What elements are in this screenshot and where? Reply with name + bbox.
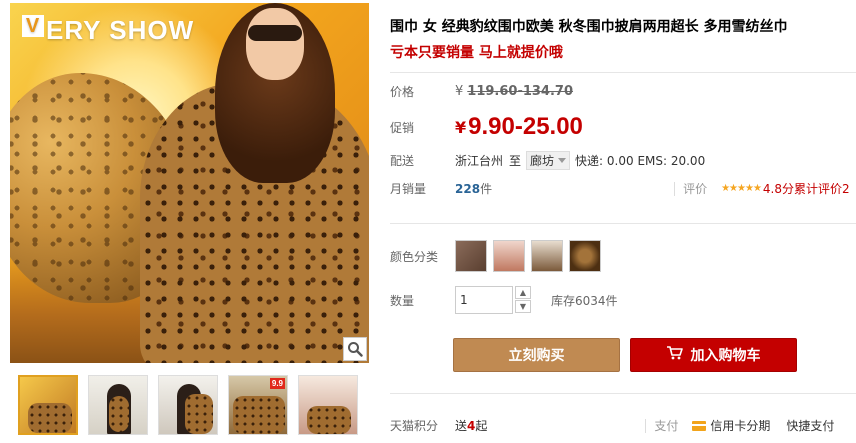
quantity-decrease-button[interactable]: ▼	[515, 300, 531, 313]
color-row: 颜色分类	[390, 240, 607, 272]
thumb-scarf	[307, 406, 351, 434]
model-sunglasses	[248, 25, 302, 41]
shipping-from: 浙江台州	[455, 154, 504, 168]
destination-select[interactable]: 廊坊	[526, 151, 571, 170]
promo-price: 9.90-25.00	[468, 113, 583, 140]
divider	[390, 72, 856, 73]
original-price-row: 价格 ¥ 119.60-134.70	[390, 83, 573, 100]
color-swatch-4[interactable]	[569, 240, 601, 272]
quantity-input[interactable]	[455, 286, 513, 314]
model-face	[246, 8, 304, 80]
thumbnail-strip: 9.9	[18, 375, 358, 435]
thumb-price-badge: 9.9	[269, 378, 285, 389]
divider	[390, 393, 856, 394]
thumb-scarf	[109, 396, 129, 432]
separator	[674, 181, 676, 196]
points-value: 4	[467, 418, 476, 433]
promo-label: 促销	[390, 120, 415, 135]
product-info-panel: 围巾 女 经典豹纹围巾欧美 秋冬围巾披肩两用超长 多用雪纺丝巾 亏本只要销量 马…	[390, 0, 856, 443]
shipping-row: 配送 浙江台州 至 廊坊 快递: 0.00 EMS: 20.00	[390, 151, 705, 170]
sales-unit: 件	[480, 182, 493, 196]
quantity-increase-button[interactable]: ▲	[515, 286, 531, 299]
price-label: 价格	[390, 85, 415, 99]
price-currency: ¥	[455, 84, 464, 99]
separator	[645, 418, 647, 433]
rating-score: 4.8分	[762, 182, 795, 196]
thumb-leopard-scarf	[28, 403, 72, 433]
thumb-scarf	[185, 394, 213, 434]
bottom-info-row: 天猫积分 送 4 起 支付 信用卡分期 快捷支付	[390, 417, 856, 434]
add-to-cart-button[interactable]: 加入购物车	[630, 338, 797, 372]
shipping-fees: 快递: 0.00 EMS: 20.00	[575, 154, 706, 168]
destination-value: 廊坊	[530, 154, 555, 168]
points-label: 天猫积分	[390, 419, 439, 433]
points-suffix: 起	[475, 419, 488, 433]
review-count-link[interactable]: 累计评价2	[794, 180, 850, 197]
divider	[390, 223, 856, 224]
promo-price-row: 促销 ¥ 9.90-25.00	[390, 113, 583, 141]
brand-logo: V ERY SHOW	[22, 15, 194, 46]
monthly-sales-count: 228	[455, 181, 481, 196]
thumbnail-4[interactable]: 9.9	[228, 375, 288, 435]
credit-installment-link[interactable]: 信用卡分期	[710, 417, 770, 434]
thumb-scarf	[233, 396, 285, 434]
monthly-sales-label: 月销量	[390, 182, 427, 196]
color-label: 颜色分类	[390, 249, 439, 264]
points-prefix: 送	[455, 419, 468, 433]
express-pay-link[interactable]: 快捷支付	[786, 417, 834, 434]
buy-now-button[interactable]: 立刻购买	[453, 338, 620, 372]
add-to-cart-label: 加入购物车	[690, 348, 761, 364]
quantity-row: 数量 ▲ ▼ 库存6034件	[390, 286, 618, 314]
product-title: 围巾 女 经典豹纹围巾欧美 秋冬围巾披肩两用超长 多用雪纺丝巾	[390, 19, 788, 35]
pay-label: 支付	[654, 419, 679, 433]
sales-row: 月销量 228 件 评价 ★★★★★ 4.8分 累计评价2	[390, 180, 850, 197]
credit-card-icon	[692, 420, 707, 431]
quantity-label: 数量	[390, 293, 415, 308]
star-rating-icon: ★★★★★	[721, 183, 762, 194]
quantity-stepper: ▲ ▼	[515, 286, 531, 314]
shipping-label: 配送	[390, 154, 415, 168]
thumbnail-5[interactable]	[298, 375, 358, 435]
original-price: 119.60-134.70	[467, 84, 574, 99]
shipping-to-word: 至	[509, 154, 522, 168]
cart-icon	[666, 346, 683, 364]
thumbnail-1[interactable]	[18, 375, 78, 435]
main-product-image[interactable]: V ERY SHOW	[10, 3, 369, 363]
rating-label: 评价	[683, 182, 708, 196]
thumbnail-3[interactable]	[158, 375, 218, 435]
color-swatch-2[interactable]	[493, 240, 525, 272]
chevron-down-icon	[558, 158, 567, 163]
promo-currency: ¥	[455, 117, 467, 137]
stock-count: 库存6034件	[551, 293, 618, 308]
product-subtitle: 亏本只要销量 马上就提价哦	[390, 45, 563, 61]
color-swatch-3[interactable]	[531, 240, 563, 272]
magnifier-icon[interactable]	[343, 337, 367, 361]
thumbnail-2[interactable]	[88, 375, 148, 435]
color-swatch-1[interactable]	[455, 240, 487, 272]
